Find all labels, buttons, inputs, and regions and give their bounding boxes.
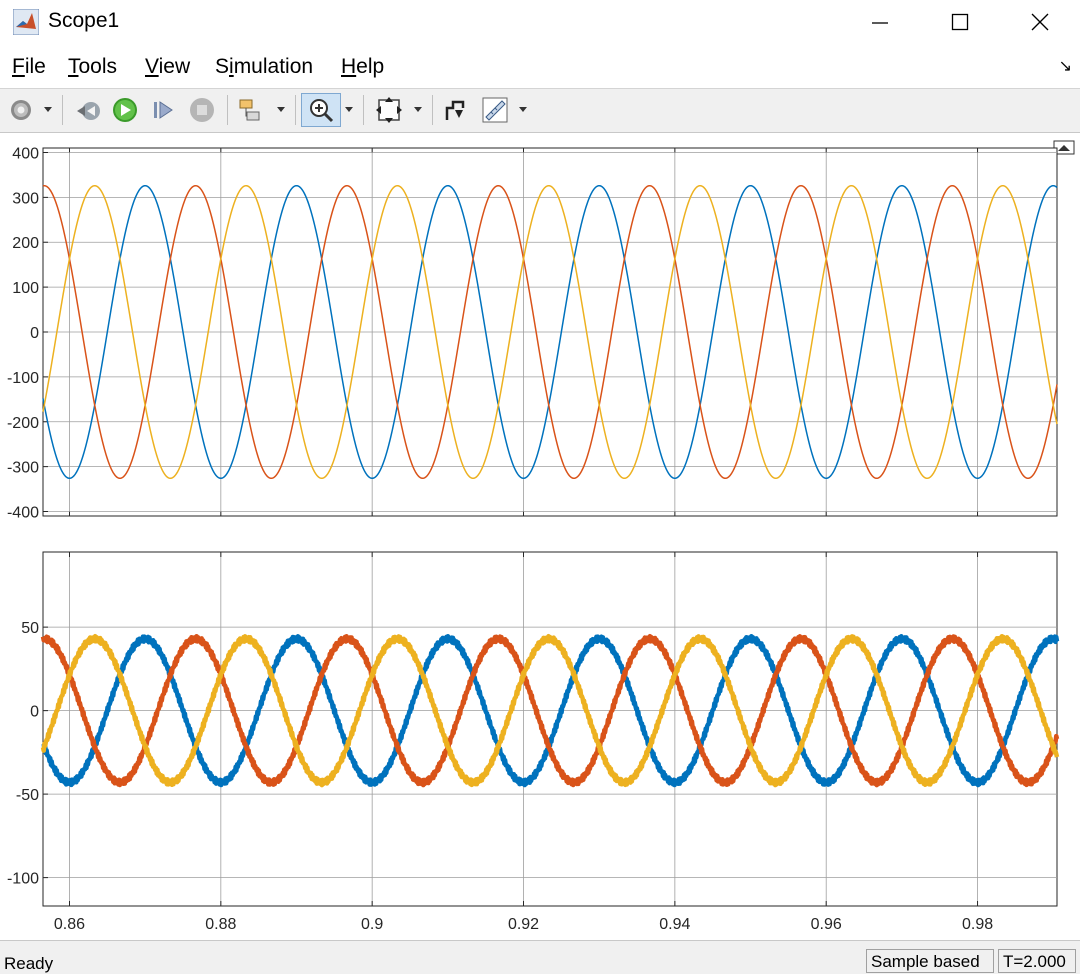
current-y-tick-label: 0 bbox=[30, 704, 39, 721]
menu-simulation[interactable]: Simulation bbox=[215, 55, 313, 79]
toolbar-separator bbox=[363, 95, 364, 125]
current-x-tick-label: 0.86 bbox=[54, 916, 85, 933]
voltage-y-tick-label: 100 bbox=[12, 280, 39, 297]
menu-bar: File Tools View Simulation Help bbox=[0, 44, 1080, 89]
step-forward-button[interactable] bbox=[149, 93, 179, 127]
current-x-tick-label: 0.88 bbox=[205, 916, 236, 933]
scope-figure: -400 -300 -200 -100 0 100 200 300 400 0.86 0.88 0.9… bbox=[7, 140, 1075, 933]
stop-icon bbox=[190, 98, 214, 122]
minimize-button[interactable] bbox=[840, 0, 920, 44]
current-x-tick-label: 0.9 bbox=[361, 916, 383, 933]
current-y-tick-label: -100 bbox=[7, 871, 39, 888]
zoom-in-button[interactable] bbox=[301, 93, 341, 127]
title-bar: Scope1 bbox=[0, 0, 1080, 44]
zoom-in-icon bbox=[310, 99, 334, 123]
current-y-tick-label: -50 bbox=[16, 787, 39, 804]
autoscale-dropdown-icon[interactable] bbox=[414, 107, 422, 112]
current-x-tick-label: 0.98 bbox=[962, 916, 993, 933]
menu-view[interactable]: View bbox=[145, 55, 190, 79]
menu-tools[interactable]: Tools bbox=[68, 55, 117, 79]
settings-icon bbox=[11, 100, 31, 120]
measure-dropdown-icon[interactable] bbox=[519, 107, 527, 112]
current-axes bbox=[42, 551, 1058, 907]
voltage-y-tick-label: -200 bbox=[7, 415, 39, 432]
maximize-button[interactable] bbox=[920, 0, 1000, 44]
status-bar: Ready Sample based T=2.000 bbox=[0, 940, 1080, 974]
status-ready: Ready bbox=[4, 954, 54, 973]
close-icon bbox=[1031, 13, 1049, 31]
maximize-icon bbox=[951, 13, 969, 31]
voltage-y-tick-label: -300 bbox=[7, 460, 39, 477]
highlight-block-button[interactable] bbox=[236, 93, 266, 127]
measure-icon bbox=[482, 97, 508, 123]
menu-file[interactable]: File bbox=[12, 55, 46, 79]
measure-button[interactable] bbox=[478, 93, 512, 127]
step-back-button[interactable] bbox=[74, 93, 104, 127]
current-x-tick-label: 0.96 bbox=[811, 916, 842, 933]
step-forward-icon bbox=[154, 101, 173, 119]
settings-dropdown-icon[interactable] bbox=[44, 107, 52, 112]
toolbar-separator bbox=[227, 95, 228, 125]
highlight-dropdown-icon[interactable] bbox=[277, 107, 285, 112]
toolbar-separator bbox=[62, 95, 63, 125]
sample-mode-label: Sample based bbox=[866, 949, 994, 973]
current-y-tick-label: 50 bbox=[21, 620, 39, 637]
sim-time-label: T=2.000 bbox=[998, 949, 1076, 973]
highlight-block-icon bbox=[239, 99, 260, 121]
stop-button[interactable] bbox=[187, 93, 217, 127]
voltage-y-tick-label: 200 bbox=[12, 235, 39, 252]
voltage-y-tick-label: -100 bbox=[7, 370, 39, 387]
minimize-icon bbox=[872, 22, 888, 24]
scope-plot-area: -400 -300 -200 -100 0 100 200 300 400 0.86 0.88 0.9… bbox=[0, 133, 1080, 940]
step-back-icon bbox=[77, 102, 100, 120]
voltage-y-tick-label: 400 bbox=[12, 145, 39, 162]
run-icon bbox=[113, 98, 137, 122]
current-x-tick-label: 0.94 bbox=[659, 916, 690, 933]
current-x-tick-label: 0.92 bbox=[508, 916, 539, 933]
autoscale-icon bbox=[376, 97, 402, 123]
toolbar bbox=[0, 89, 1080, 133]
run-button[interactable] bbox=[110, 93, 140, 127]
voltage-y-tick-label: 300 bbox=[12, 190, 39, 207]
voltage-y-tick-label: 0 bbox=[30, 325, 39, 342]
zoom-dropdown-icon[interactable] bbox=[345, 107, 353, 112]
matlab-icon bbox=[13, 9, 39, 35]
close-button[interactable] bbox=[1000, 0, 1080, 44]
write-data-icon bbox=[445, 100, 465, 120]
toolbar-separator bbox=[295, 95, 296, 125]
settings-button[interactable] bbox=[6, 93, 36, 127]
write-data-button[interactable] bbox=[440, 93, 470, 127]
toolbar-separator bbox=[432, 95, 433, 125]
window-title: Scope1 bbox=[48, 9, 120, 32]
autoscale-button[interactable] bbox=[372, 93, 406, 127]
voltage-y-tick-label: -400 bbox=[7, 505, 39, 522]
menu-help[interactable]: Help bbox=[341, 55, 384, 79]
dock-arrow-icon[interactable]: ↘ bbox=[1059, 56, 1072, 76]
